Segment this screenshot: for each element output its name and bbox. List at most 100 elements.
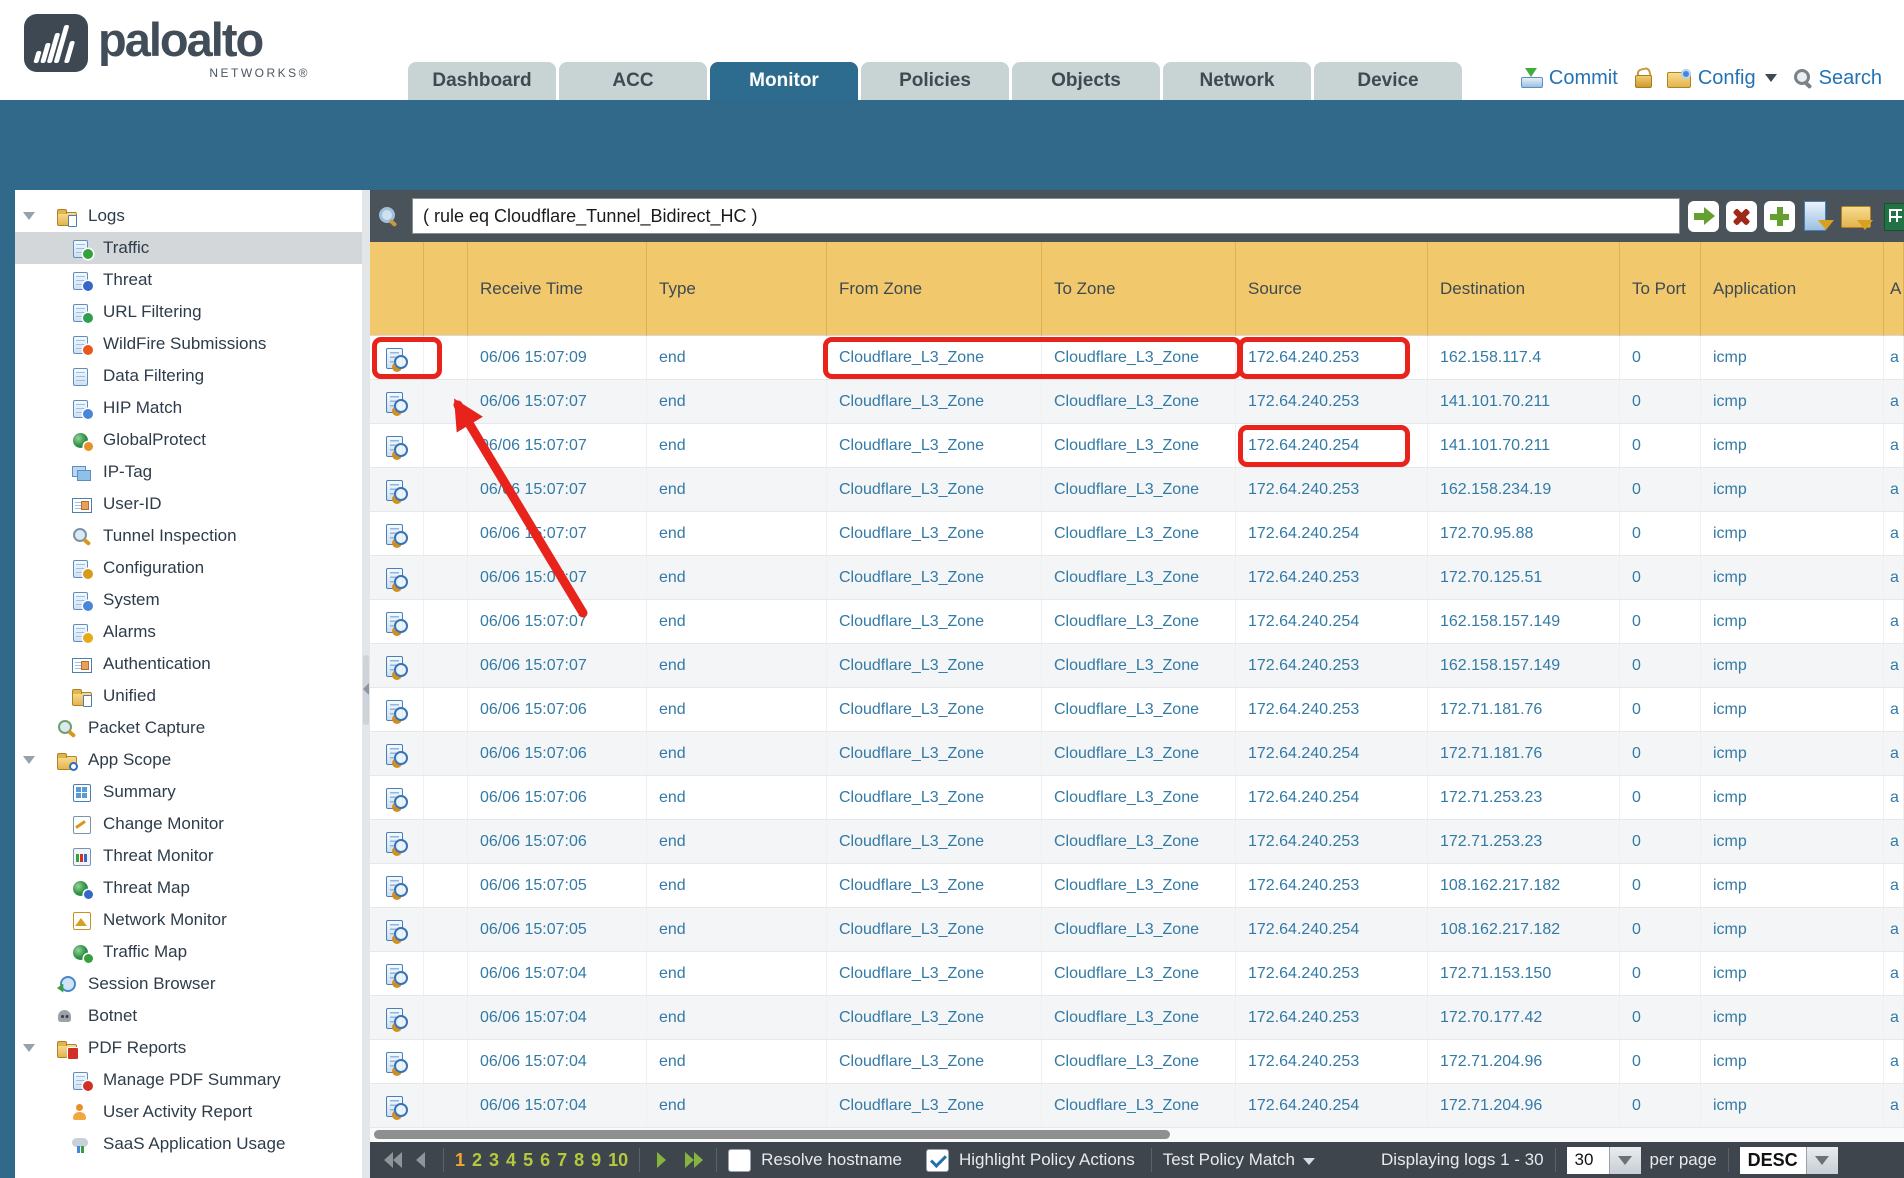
tab-network[interactable]: Network [1163,62,1311,100]
search-button[interactable]: Search [1793,67,1882,90]
log-detail-icon[interactable] [385,1008,408,1028]
sidebar-item-wildfire[interactable]: WildFire Submissions [15,328,362,360]
sidebar-item-traffic[interactable]: Traffic [15,232,362,264]
tree-expand-caret-icon[interactable] [23,756,45,764]
sidebar-item-saas-application-usage[interactable]: SaaS Application Usage [15,1128,362,1160]
sidebar-item-pdf-reports[interactable]: PDF Reports [15,1032,362,1064]
tab-monitor[interactable]: Monitor [710,62,858,100]
column-header-to-zone[interactable]: To Zone [1042,242,1236,336]
highlight-policy-actions-checkbox[interactable] [926,1149,949,1172]
sidebar-item-authentication[interactable]: Authentication [15,648,362,680]
sort-order-dropdown-button[interactable] [1806,1147,1838,1174]
tab-policies[interactable]: Policies [861,62,1009,100]
sidebar-item-hip-match[interactable]: HIP Match [15,392,362,424]
horizontal-scrollbar-thumb[interactable] [374,1130,1170,1139]
sidebar-item-user-id[interactable]: User-ID [15,488,362,520]
log-detail-icon[interactable] [385,920,408,940]
test-policy-match-button[interactable]: Test Policy Match [1163,1150,1315,1170]
log-detail-icon[interactable] [385,964,408,984]
horizontal-scrollbar[interactable] [370,1128,1904,1142]
page-number-10[interactable]: 10 [608,1150,628,1171]
log-detail-icon[interactable] [385,568,408,588]
sidebar-item-logs[interactable]: Logs [15,200,362,232]
column-header-to-port[interactable]: To Port [1620,242,1701,336]
log-detail-icon[interactable] [385,788,408,808]
tree-expand-caret-icon[interactable] [23,1044,45,1052]
sidebar-item-manage-pdf-summary[interactable]: Manage PDF Summary [15,1064,362,1096]
clear-filter-icon[interactable] [1726,201,1757,232]
column-header-type[interactable]: Type [647,242,827,336]
load-filter-icon[interactable] [1841,200,1873,232]
column-header-a[interactable]: A [1884,242,1904,336]
sidebar-item-network-monitor[interactable]: Network Monitor [15,904,362,936]
page-number-2[interactable]: 2 [472,1150,482,1171]
first-page-button[interactable] [382,1152,404,1168]
filter-query-input[interactable] [412,198,1680,234]
sidebar-item-threat-map[interactable]: Threat Map [15,872,362,904]
sidebar-item-tunnel-inspection[interactable]: Tunnel Inspection [15,520,362,552]
commit-button[interactable]: Commit [1520,67,1618,90]
page-number-4[interactable]: 4 [506,1150,516,1171]
sidebar-item-unified[interactable]: Unified [15,680,362,712]
resolve-hostname-checkbox[interactable] [728,1149,751,1172]
lock-icon[interactable] [1634,68,1651,88]
log-detail-icon[interactable] [385,656,408,676]
apply-filter-icon[interactable] [1688,201,1719,232]
column-header-source[interactable]: Source [1236,242,1428,336]
page-number-3[interactable]: 3 [489,1150,499,1171]
page-number-7[interactable]: 7 [557,1150,567,1171]
log-detail-icon[interactable] [385,1052,408,1072]
page-number-8[interactable]: 8 [574,1150,584,1171]
previous-page-button[interactable] [410,1152,432,1168]
tree-expand-caret-icon[interactable] [23,212,45,220]
sidebar-item-session-browser[interactable]: Session Browser [15,968,362,1000]
sidebar-item-app-scope[interactable]: App Scope [15,744,362,776]
sidebar-item-alarms[interactable]: Alarms [15,616,362,648]
sort-order-select[interactable]: DESC [1740,1147,1838,1174]
sidebar-item-threat-monitor[interactable]: Threat Monitor [15,840,362,872]
export-csv-icon[interactable] [1880,200,1904,232]
sidebar-item-change-monitor[interactable]: Change Monitor [15,808,362,840]
add-filter-icon[interactable] [1764,201,1795,232]
sidebar-item-botnet[interactable]: Botnet [15,1000,362,1032]
per-page-dropdown-button[interactable] [1609,1147,1641,1174]
sidebar-splitter[interactable] [362,190,370,1178]
column-header-application[interactable]: Application [1701,242,1884,336]
tab-device[interactable]: Device [1314,62,1462,100]
sidebar-item-globalprotect[interactable]: GlobalProtect [15,424,362,456]
column-header-receive-time[interactable]: Receive Time [468,242,647,336]
log-detail-icon[interactable] [385,700,408,720]
sidebar-item-url-filtering[interactable]: URL Filtering [15,296,362,328]
log-detail-icon[interactable] [385,876,408,896]
sidebar-item-ip-tag[interactable]: IP-Tag [15,456,362,488]
next-page-button[interactable] [651,1152,673,1168]
sidebar-item-threat[interactable]: Threat [15,264,362,296]
sidebar-collapse-handle[interactable] [363,655,369,725]
page-number-9[interactable]: 9 [591,1150,601,1171]
config-menu-button[interactable]: Config [1667,67,1777,90]
sidebar-item-summary[interactable]: Summary [15,776,362,808]
per-page-select[interactable]: 30 [1567,1147,1641,1174]
page-number-1[interactable]: 1 [455,1150,465,1171]
log-detail-icon[interactable] [385,744,408,764]
tab-objects[interactable]: Objects [1012,62,1160,100]
tab-dashboard[interactable]: Dashboard [408,62,556,100]
sidebar-item-configuration[interactable]: Configuration [15,552,362,584]
sidebar-item-traffic-map[interactable]: Traffic Map [15,936,362,968]
log-detail-icon[interactable] [385,524,408,544]
sidebar-item-data-filtering[interactable]: Data Filtering [15,360,362,392]
sidebar-item-system[interactable]: System [15,584,362,616]
page-number-6[interactable]: 6 [540,1150,550,1171]
last-page-button[interactable] [683,1152,705,1168]
column-header-from-zone[interactable]: From Zone [827,242,1042,336]
filter-builder-icon[interactable] [1802,200,1834,232]
tab-acc[interactable]: ACC [559,62,707,100]
log-detail-icon[interactable] [385,480,408,500]
column-header-destination[interactable]: Destination [1428,242,1620,336]
page-number-5[interactable]: 5 [523,1150,533,1171]
log-detail-icon[interactable] [385,832,408,852]
sidebar-item-user-activity-report[interactable]: User Activity Report [15,1096,362,1128]
log-detail-icon[interactable] [385,436,408,456]
sidebar-item-packet-capture[interactable]: Packet Capture [15,712,362,744]
log-detail-icon[interactable] [385,1096,408,1116]
